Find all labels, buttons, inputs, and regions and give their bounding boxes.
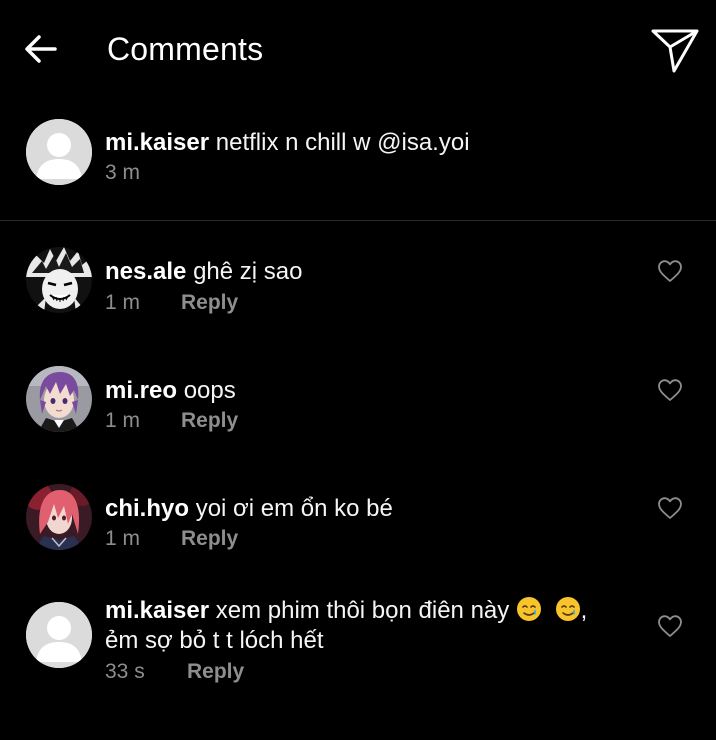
purple-hair-avatar-icon (26, 366, 92, 432)
reply-button[interactable]: Reply (181, 526, 238, 552)
caption-text: mi.kaiser netflix n chill w @isa.yoi (105, 128, 685, 158)
comment-username[interactable]: mi.kaiser (105, 597, 209, 624)
heart-icon (658, 615, 682, 637)
comment-username[interactable]: nes.ale (105, 258, 186, 285)
header-bar: Comments (0, 0, 716, 98)
caption-username[interactable]: mi.kaiser (105, 129, 209, 156)
comment-text: mi.reo oops (105, 376, 645, 406)
reply-button[interactable]: Reply (181, 408, 238, 434)
like-button[interactable] (655, 256, 685, 286)
like-button[interactable] (655, 375, 685, 405)
pink-hair-avatar-icon (26, 484, 92, 550)
comment-text: chi.hyo yoi ơi em ổn ko bé (105, 494, 645, 524)
heart-icon (658, 379, 682, 401)
default-avatar-icon (26, 119, 92, 185)
comment-body-suffix: , (580, 597, 588, 624)
comment-text: mi.kaiser xem phim thôi bọn điên này , ẻ… (105, 596, 645, 656)
avatar[interactable] (26, 247, 92, 313)
comment-username[interactable]: mi.reo (105, 377, 177, 404)
comment-meta: 1 m Reply (105, 526, 238, 552)
smiling-face-with-tear-icon (555, 597, 580, 621)
comment-body: ghê zị sao (193, 258, 303, 285)
comment-meta: 33 s Reply (105, 659, 244, 685)
comment-body-line2: ẻm sợ bỏ t t lóch hết (105, 627, 324, 654)
page-title: Comments (107, 31, 264, 67)
back-button[interactable] (20, 28, 62, 70)
comment-time: 1 m (105, 527, 141, 550)
reply-button[interactable]: Reply (181, 290, 238, 316)
comment-body: xem phim thôi bọn điên này (215, 597, 510, 624)
share-button[interactable] (650, 27, 700, 75)
avatar[interactable] (26, 484, 92, 550)
comment-time: 1 m (105, 291, 141, 314)
heart-icon (658, 497, 682, 519)
arrow-left-icon (25, 35, 57, 63)
comment-text: nes.ale ghê zị sao (105, 257, 645, 287)
post-caption: mi.kaiser netflix n chill w @isa.yoi 3 m (0, 100, 716, 220)
reply-button[interactable]: Reply (187, 659, 244, 685)
avatar[interactable] (26, 366, 92, 432)
caption-time: 3 m (105, 161, 141, 184)
comment-body: yoi ơi em ổn ko bé (195, 495, 393, 522)
caption-body: netflix n chill w @isa.yoi (215, 129, 470, 156)
paper-plane-icon (651, 29, 699, 73)
divider (0, 220, 716, 221)
manga-avatar-icon (26, 247, 92, 313)
comment-body: oops (183, 377, 236, 404)
comment-meta: 1 m Reply (105, 408, 238, 434)
like-button[interactable] (655, 611, 685, 641)
caption-meta: 3 m (105, 160, 140, 186)
like-button[interactable] (655, 493, 685, 523)
comment-time: 33 s (105, 660, 145, 683)
comment-username[interactable]: chi.hyo (105, 495, 189, 522)
avatar[interactable] (26, 119, 92, 185)
heart-icon (658, 260, 682, 282)
avatar[interactable] (26, 602, 92, 668)
smiling-face-with-tear-icon (516, 597, 541, 621)
default-avatar-icon (26, 602, 92, 668)
comment-meta: 1 m Reply (105, 290, 238, 316)
comment-time: 1 m (105, 409, 141, 432)
